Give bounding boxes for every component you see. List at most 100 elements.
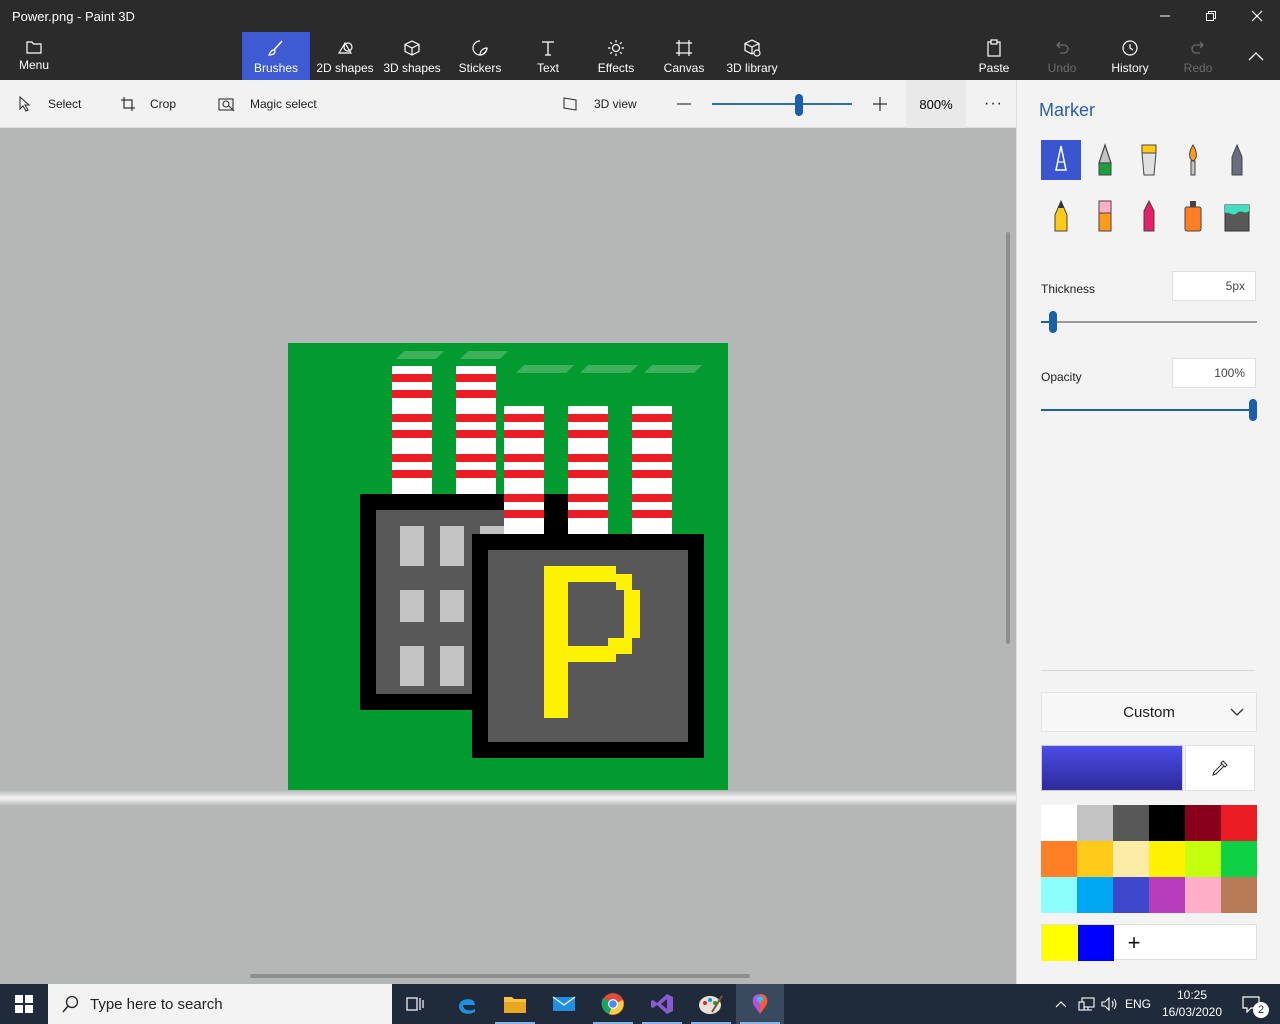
taskbar-search-box[interactable]: Type here to search [48,984,392,1024]
tab-2d-shapes[interactable]: 2D shapes [312,32,378,80]
volume-button[interactable] [1098,984,1120,1024]
color-swatch[interactable] [1041,877,1077,913]
brush-pencil[interactable] [1041,196,1081,236]
opacity-slider-thumb[interactable] [1249,399,1257,421]
brush-marker[interactable] [1041,140,1081,180]
3d-view-button[interactable]: 3D view [562,80,637,128]
redo-label: Redo [1183,61,1213,75]
custom-color-swatch[interactable] [1078,925,1114,961]
select-button[interactable]: Select [18,80,81,128]
current-color-swatch[interactable] [1041,745,1183,791]
chimney [456,366,496,494]
chimney [392,366,432,494]
paint-3d-app[interactable] [736,984,784,1024]
palette-dropdown[interactable]: Custom [1041,692,1257,732]
undo-icon [1056,41,1069,54]
horizontal-scrollbar[interactable] [250,974,750,978]
thickness-slider-thumb[interactable] [1049,311,1057,333]
tab-effects[interactable]: Effects [588,32,644,80]
tab-3d-library[interactable]: 3D library [722,32,782,80]
color-swatch[interactable] [1041,841,1077,877]
collapse-ribbon-button[interactable] [1236,32,1276,80]
color-swatch[interactable] [1149,805,1185,841]
tab-stickers[interactable]: Stickers [450,32,510,80]
tab-label: Canvas [663,61,705,75]
tab-canvas[interactable]: Canvas [656,32,712,80]
history-button[interactable]: History [1104,32,1156,80]
brush-eraser[interactable] [1085,196,1125,236]
brush-oil[interactable] [1129,140,1169,180]
smoke-trail [396,351,444,359]
opacity-input[interactable]: 100% [1172,358,1256,388]
more-options-button[interactable]: ··· [984,80,1003,128]
magic-select-button[interactable]: Magic select [218,80,317,128]
color-swatch[interactable] [1221,805,1257,841]
chrome-icon [601,993,624,1015]
color-swatch[interactable] [1077,841,1113,877]
zoom-slider-thumb[interactable] [795,94,803,116]
language-indicator[interactable]: ENG [1122,984,1154,1024]
color-swatch[interactable] [1185,877,1221,913]
color-swatch[interactable] [1185,805,1221,841]
3d-view-label: 3D view [594,97,637,111]
menu-button[interactable]: Menu [14,38,54,76]
show-hidden-icons-button[interactable] [1052,984,1070,1024]
brush-crayon[interactable] [1129,196,1169,236]
tab-brushes[interactable]: Brushes [242,32,310,80]
minimize-button[interactable] [1142,0,1188,32]
paint-app[interactable] [687,984,735,1024]
start-button[interactable] [0,984,48,1024]
tab-3d-shapes[interactable]: 3D shapes [380,32,444,80]
color-swatch[interactable] [1113,877,1149,913]
zoom-in-button[interactable] [872,80,902,128]
color-swatch[interactable] [1113,805,1149,841]
brush-pixel-pen[interactable] [1217,140,1257,180]
opacity-slider-track[interactable] [1041,409,1253,411]
taskbar-clock[interactable]: 10:25 16/03/2020 [1158,987,1226,1021]
redo-button[interactable]: Redo [1174,32,1222,80]
add-color-button[interactable]: + [1116,925,1152,961]
color-swatch[interactable] [1221,877,1257,913]
network-button[interactable] [1076,984,1098,1024]
action-center-button[interactable]: 2 [1232,984,1272,1024]
task-view-button[interactable] [392,984,440,1024]
color-swatch[interactable] [1185,841,1221,877]
edge-app[interactable] [443,984,491,1024]
close-button[interactable] [1234,0,1280,32]
letter-p-top [568,566,616,582]
vertical-scrollbar[interactable] [1006,232,1010,644]
fill-bucket-icon [1224,204,1250,232]
zoom-level[interactable]: 800% [906,80,966,128]
drawing-canvas[interactable] [288,343,728,790]
eyedropper-button[interactable] [1185,745,1255,791]
color-swatch[interactable] [1077,805,1113,841]
color-swatch[interactable] [1077,877,1113,913]
restore-button[interactable] [1188,0,1234,32]
color-swatch[interactable] [1149,877,1185,913]
zoom-out-button[interactable] [676,80,706,128]
thickness-input[interactable]: 5px [1172,271,1256,301]
file-explorer-app[interactable] [491,984,539,1024]
color-swatch[interactable] [1041,805,1077,841]
chrome-app[interactable] [589,984,637,1024]
brush-spray-can[interactable] [1173,196,1213,236]
brush-icon [268,40,283,56]
color-swatch[interactable] [1113,841,1149,877]
brush-fill[interactable] [1217,196,1257,236]
visual-studio-app[interactable] [638,984,686,1024]
search-icon [62,995,79,1013]
speaker-icon [1101,996,1117,1012]
undo-button[interactable]: Undo [1038,32,1086,80]
paste-button[interactable]: Paste [970,32,1018,80]
mail-app[interactable] [540,984,588,1024]
brush-watercolor[interactable] [1173,140,1213,180]
zoom-slider-track[interactable] [712,103,852,105]
custom-color-swatch[interactable] [1042,925,1078,961]
color-swatch[interactable] [1149,841,1185,877]
color-swatch[interactable] [1221,841,1257,877]
brush-calligraphy-pen[interactable] [1085,140,1125,180]
crop-button[interactable]: Crop [120,80,176,128]
tab-text[interactable]: Text [522,32,574,80]
window [440,526,464,566]
thickness-slider-track[interactable] [1041,321,1257,323]
